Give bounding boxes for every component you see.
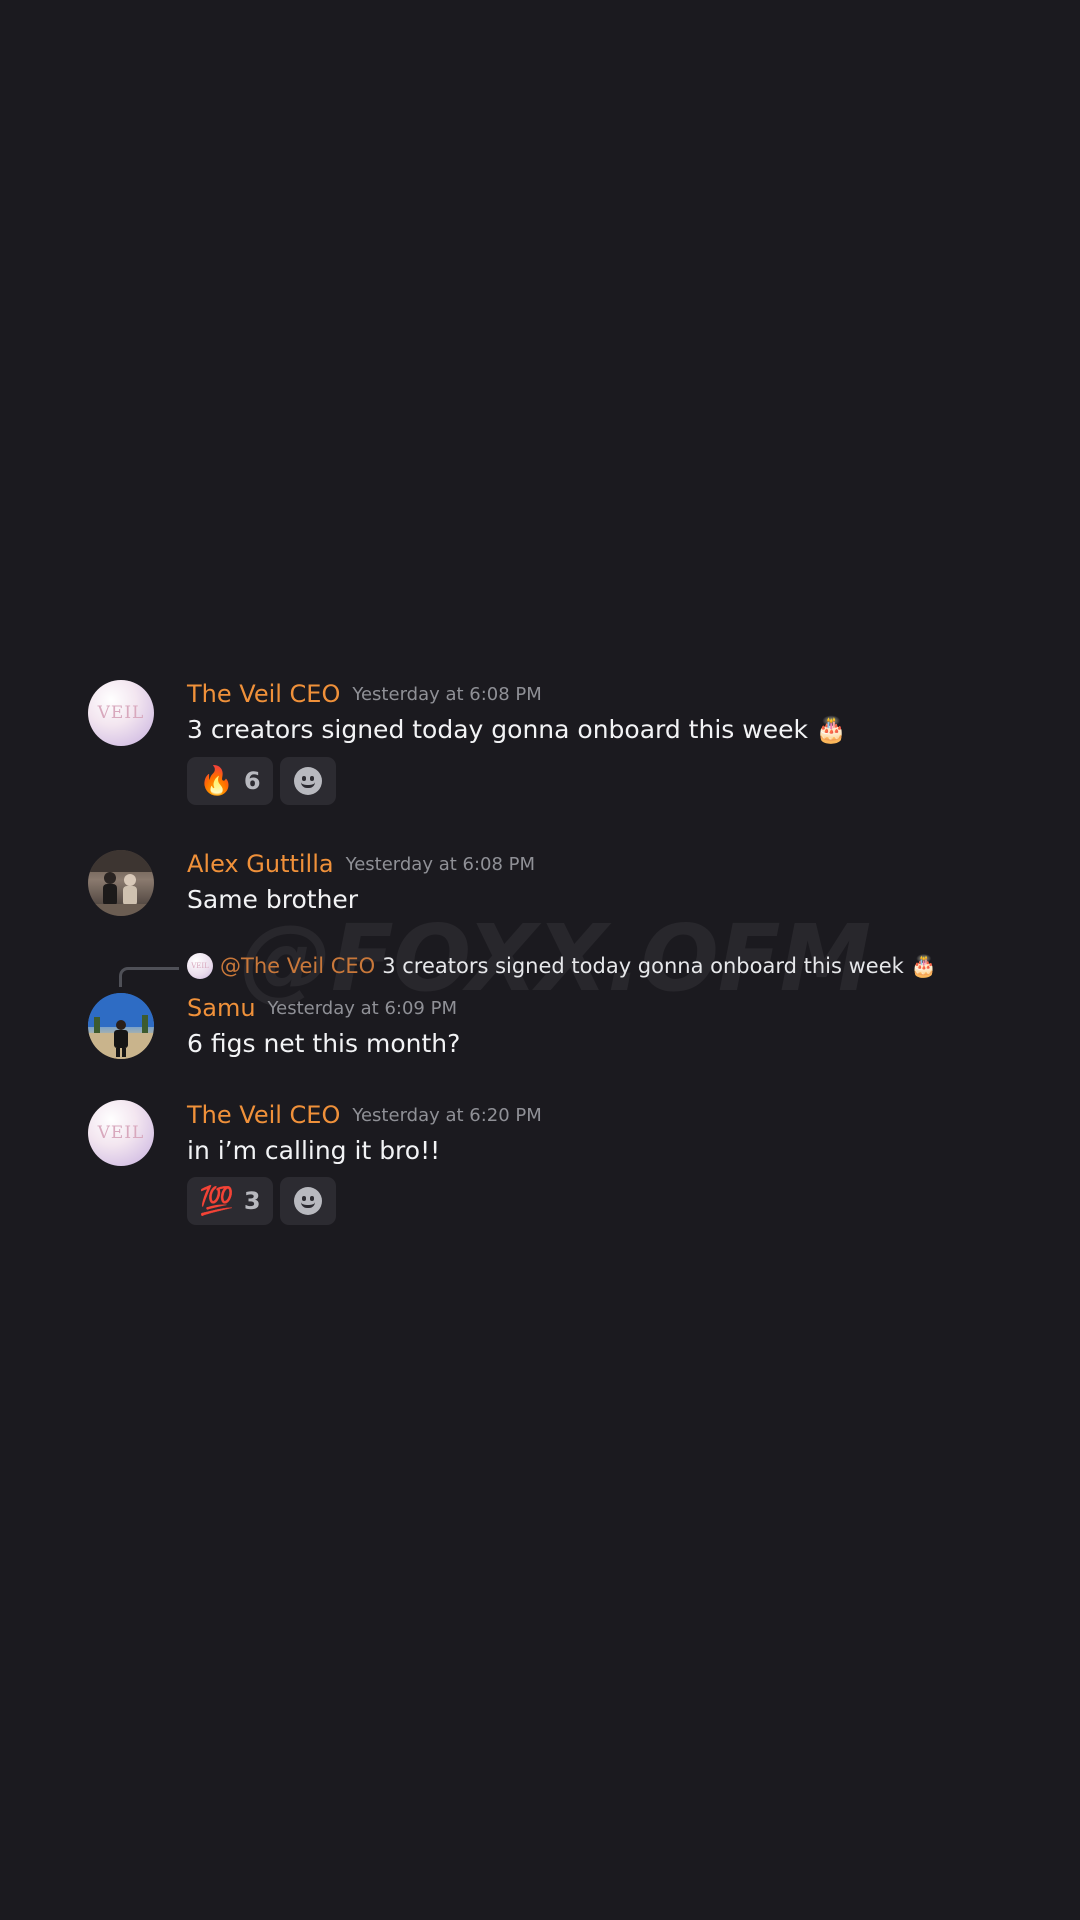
person-photo-icon — [88, 850, 154, 916]
fire-emoji-icon: 🔥 — [199, 764, 234, 797]
message-text: 3 creators signed today gonna onboard th… — [187, 715, 848, 744]
reaction-hundred[interactable]: 💯 3 — [187, 1177, 273, 1225]
timestamp: Yesterday at 6:08 PM — [345, 854, 536, 875]
username[interactable]: Alex Guttilla — [187, 850, 334, 878]
message-header: Samu Yesterday at 6:09 PM — [187, 994, 457, 1022]
timestamp: Yesterday at 6:08 PM — [352, 684, 542, 705]
username[interactable]: Samu — [187, 994, 256, 1022]
person-photo-icon — [88, 993, 154, 1059]
message-text: Same brother — [187, 885, 359, 914]
reaction-count: 3 — [243, 1187, 261, 1215]
add-reaction-button[interactable] — [279, 1177, 336, 1225]
reply-avatar: VEIL — [187, 953, 213, 979]
smile-icon — [293, 767, 322, 795]
smile-icon — [293, 1187, 322, 1215]
message-text: 6 figs net this month? — [187, 1029, 461, 1058]
reply-text: 3 creators signed today gonna onboard th… — [382, 953, 937, 978]
reply-preview[interactable]: VEIL @The Veil CEO 3 creators signed tod… — [187, 953, 937, 979]
avatar[interactable]: VEIL — [88, 680, 154, 746]
message-header: The Veil CEO Yesterday at 6:08 PM — [187, 680, 542, 708]
reactions-bar: 🔥 6 — [187, 757, 336, 805]
username[interactable]: The Veil CEO — [187, 680, 340, 708]
timestamp: Yesterday at 6:09 PM — [267, 998, 457, 1019]
hundred-points-emoji-icon: 💯 — [199, 1184, 234, 1217]
veil-logo: VEIL — [97, 703, 145, 723]
message-text: in i’m calling it bro!! — [187, 1136, 441, 1165]
username[interactable]: The Veil CEO — [187, 1101, 340, 1129]
message-header: The Veil CEO Yesterday at 6:20 PM — [187, 1101, 542, 1129]
veil-logo: VEIL — [97, 1123, 145, 1143]
timestamp: Yesterday at 6:20 PM — [352, 1105, 542, 1126]
add-reaction-button[interactable] — [279, 757, 336, 805]
avatar[interactable] — [88, 993, 154, 1059]
avatar[interactable] — [88, 850, 154, 916]
reaction-fire[interactable]: 🔥 6 — [187, 757, 273, 805]
reactions-bar: 💯 3 — [187, 1177, 336, 1225]
reply-mention[interactable]: @The Veil CEO — [220, 954, 375, 978]
reaction-count: 6 — [243, 767, 261, 795]
reply-connector — [119, 967, 179, 987]
avatar[interactable]: VEIL — [88, 1100, 154, 1166]
message-header: Alex Guttilla Yesterday at 6:08 PM — [187, 850, 535, 878]
